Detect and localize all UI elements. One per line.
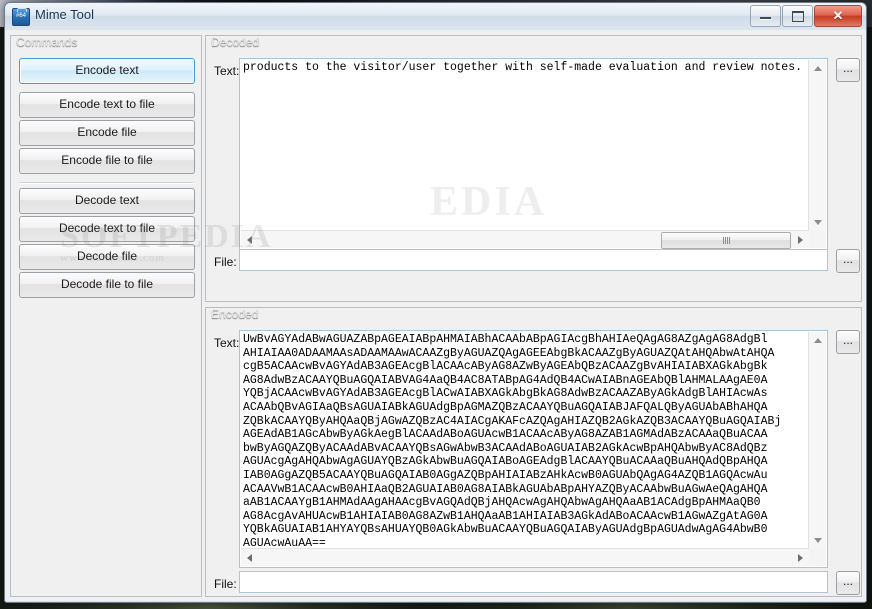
title-bar[interactable]: #64 Mime Tool ✕	[5, 3, 866, 31]
icon-glyph: #64	[15, 13, 26, 19]
decode-file-to-file-button[interactable]: Decode file to file	[19, 272, 195, 298]
window-controls: ✕	[750, 5, 862, 27]
decoded-text-value: products to the visitor/user together wi…	[243, 61, 802, 74]
encoded-text-value: UwBvAGYAdABwAGUAZABpAGEAIABpAHMAIABhACAA…	[243, 333, 782, 548]
decoded-group-legend: Decoded	[211, 35, 260, 49]
encoded-text-area[interactable]: UwBvAGYAdABwAGUAZABpAGEAIABpAHMAIABhACAA…	[239, 330, 828, 568]
chevron-left-icon	[247, 553, 252, 562]
decoded-text-vscrollbar[interactable]	[808, 60, 826, 231]
encoded-scroll-corner	[809, 549, 826, 566]
encode-file-button[interactable]: Encode file	[19, 120, 195, 146]
decoded-file-browse-button[interactable]: ...	[836, 249, 860, 273]
encode-text-button[interactable]: Encode text	[19, 58, 195, 84]
chevron-right-icon	[798, 235, 803, 244]
encoded-hscroll-left-button[interactable]	[241, 549, 258, 566]
decoded-hscroll-right-button[interactable]	[792, 231, 809, 248]
encoded-file-label: File:	[214, 577, 237, 591]
mime-tool-window: #64 Mime Tool ✕ Commands Encode text Enc…	[4, 2, 867, 603]
chevron-right-icon	[798, 553, 803, 562]
commands-separator	[19, 182, 193, 184]
encoded-vscroll-down-button[interactable]	[809, 532, 826, 549]
encoded-group: Encoded Text: UwBvAGYAdABwAGUAZABpAGEAIA…	[205, 307, 862, 597]
minimize-icon	[760, 17, 771, 20]
decoded-scroll-corner	[809, 231, 826, 248]
decoded-hscroll-left-button[interactable]	[241, 231, 258, 248]
decoded-file-input[interactable]	[239, 249, 828, 271]
scroll-grip-icon	[722, 237, 730, 244]
decode-text-button[interactable]: Decode text	[19, 188, 195, 214]
decoded-text-label: Text:	[214, 64, 240, 78]
chevron-up-icon	[813, 66, 822, 71]
decoded-vscroll-up-button[interactable]	[809, 60, 826, 77]
encoded-text-vscrollbar[interactable]	[808, 332, 826, 549]
chevron-up-icon	[813, 338, 822, 343]
chevron-down-icon	[813, 220, 822, 225]
icon-cap	[17, 8, 27, 12]
decoded-group: Decoded Text: products to the visitor/us…	[205, 35, 862, 302]
commands-group-legend: Commands	[16, 35, 78, 49]
close-button[interactable]: ✕	[814, 5, 862, 27]
encoded-file-browse-button[interactable]: ...	[836, 571, 860, 595]
encoded-file-input[interactable]	[239, 571, 828, 593]
window-title: Mime Tool	[35, 7, 95, 22]
minimize-button[interactable]	[750, 5, 781, 27]
encode-text-to-file-button[interactable]: Encode text to file	[19, 92, 195, 118]
chevron-left-icon	[247, 235, 252, 244]
encoded-vscroll-up-button[interactable]	[809, 332, 826, 349]
decoded-text-hscrollbar[interactable]	[241, 230, 809, 249]
close-icon: ✕	[832, 8, 844, 23]
maximize-icon	[792, 11, 804, 22]
desktop-background: SOFTPEDIA #64 Mime Tool ✕ Commands Encod…	[0, 0, 872, 609]
chevron-down-icon	[813, 538, 822, 543]
maximize-button[interactable]	[782, 5, 813, 27]
decoded-text-area[interactable]: products to the visitor/user together wi…	[239, 58, 828, 250]
decoded-vscroll-down-button[interactable]	[809, 214, 826, 231]
decoded-text-browse-button[interactable]: ...	[836, 58, 860, 82]
encoded-group-legend: Encoded	[211, 307, 259, 321]
encoded-text-label: Text:	[214, 336, 240, 350]
decode-text-to-file-button[interactable]: Decode text to file	[19, 216, 195, 242]
decoded-file-label: File:	[214, 255, 237, 269]
decode-file-button[interactable]: Decode file	[19, 244, 195, 270]
client-area: Commands Encode text Encode text to file…	[5, 30, 866, 601]
encoded-text-browse-button[interactable]: ...	[836, 330, 860, 354]
encode-file-to-file-button[interactable]: Encode file to file	[19, 148, 195, 174]
decoded-hscroll-thumb[interactable]	[661, 232, 791, 249]
mime-tool-icon: #64	[12, 8, 30, 26]
commands-group: Commands Encode text Encode text to file…	[10, 35, 202, 597]
encoded-text-hscrollbar[interactable]	[241, 548, 809, 566]
encoded-hscroll-right-button[interactable]	[792, 549, 809, 566]
